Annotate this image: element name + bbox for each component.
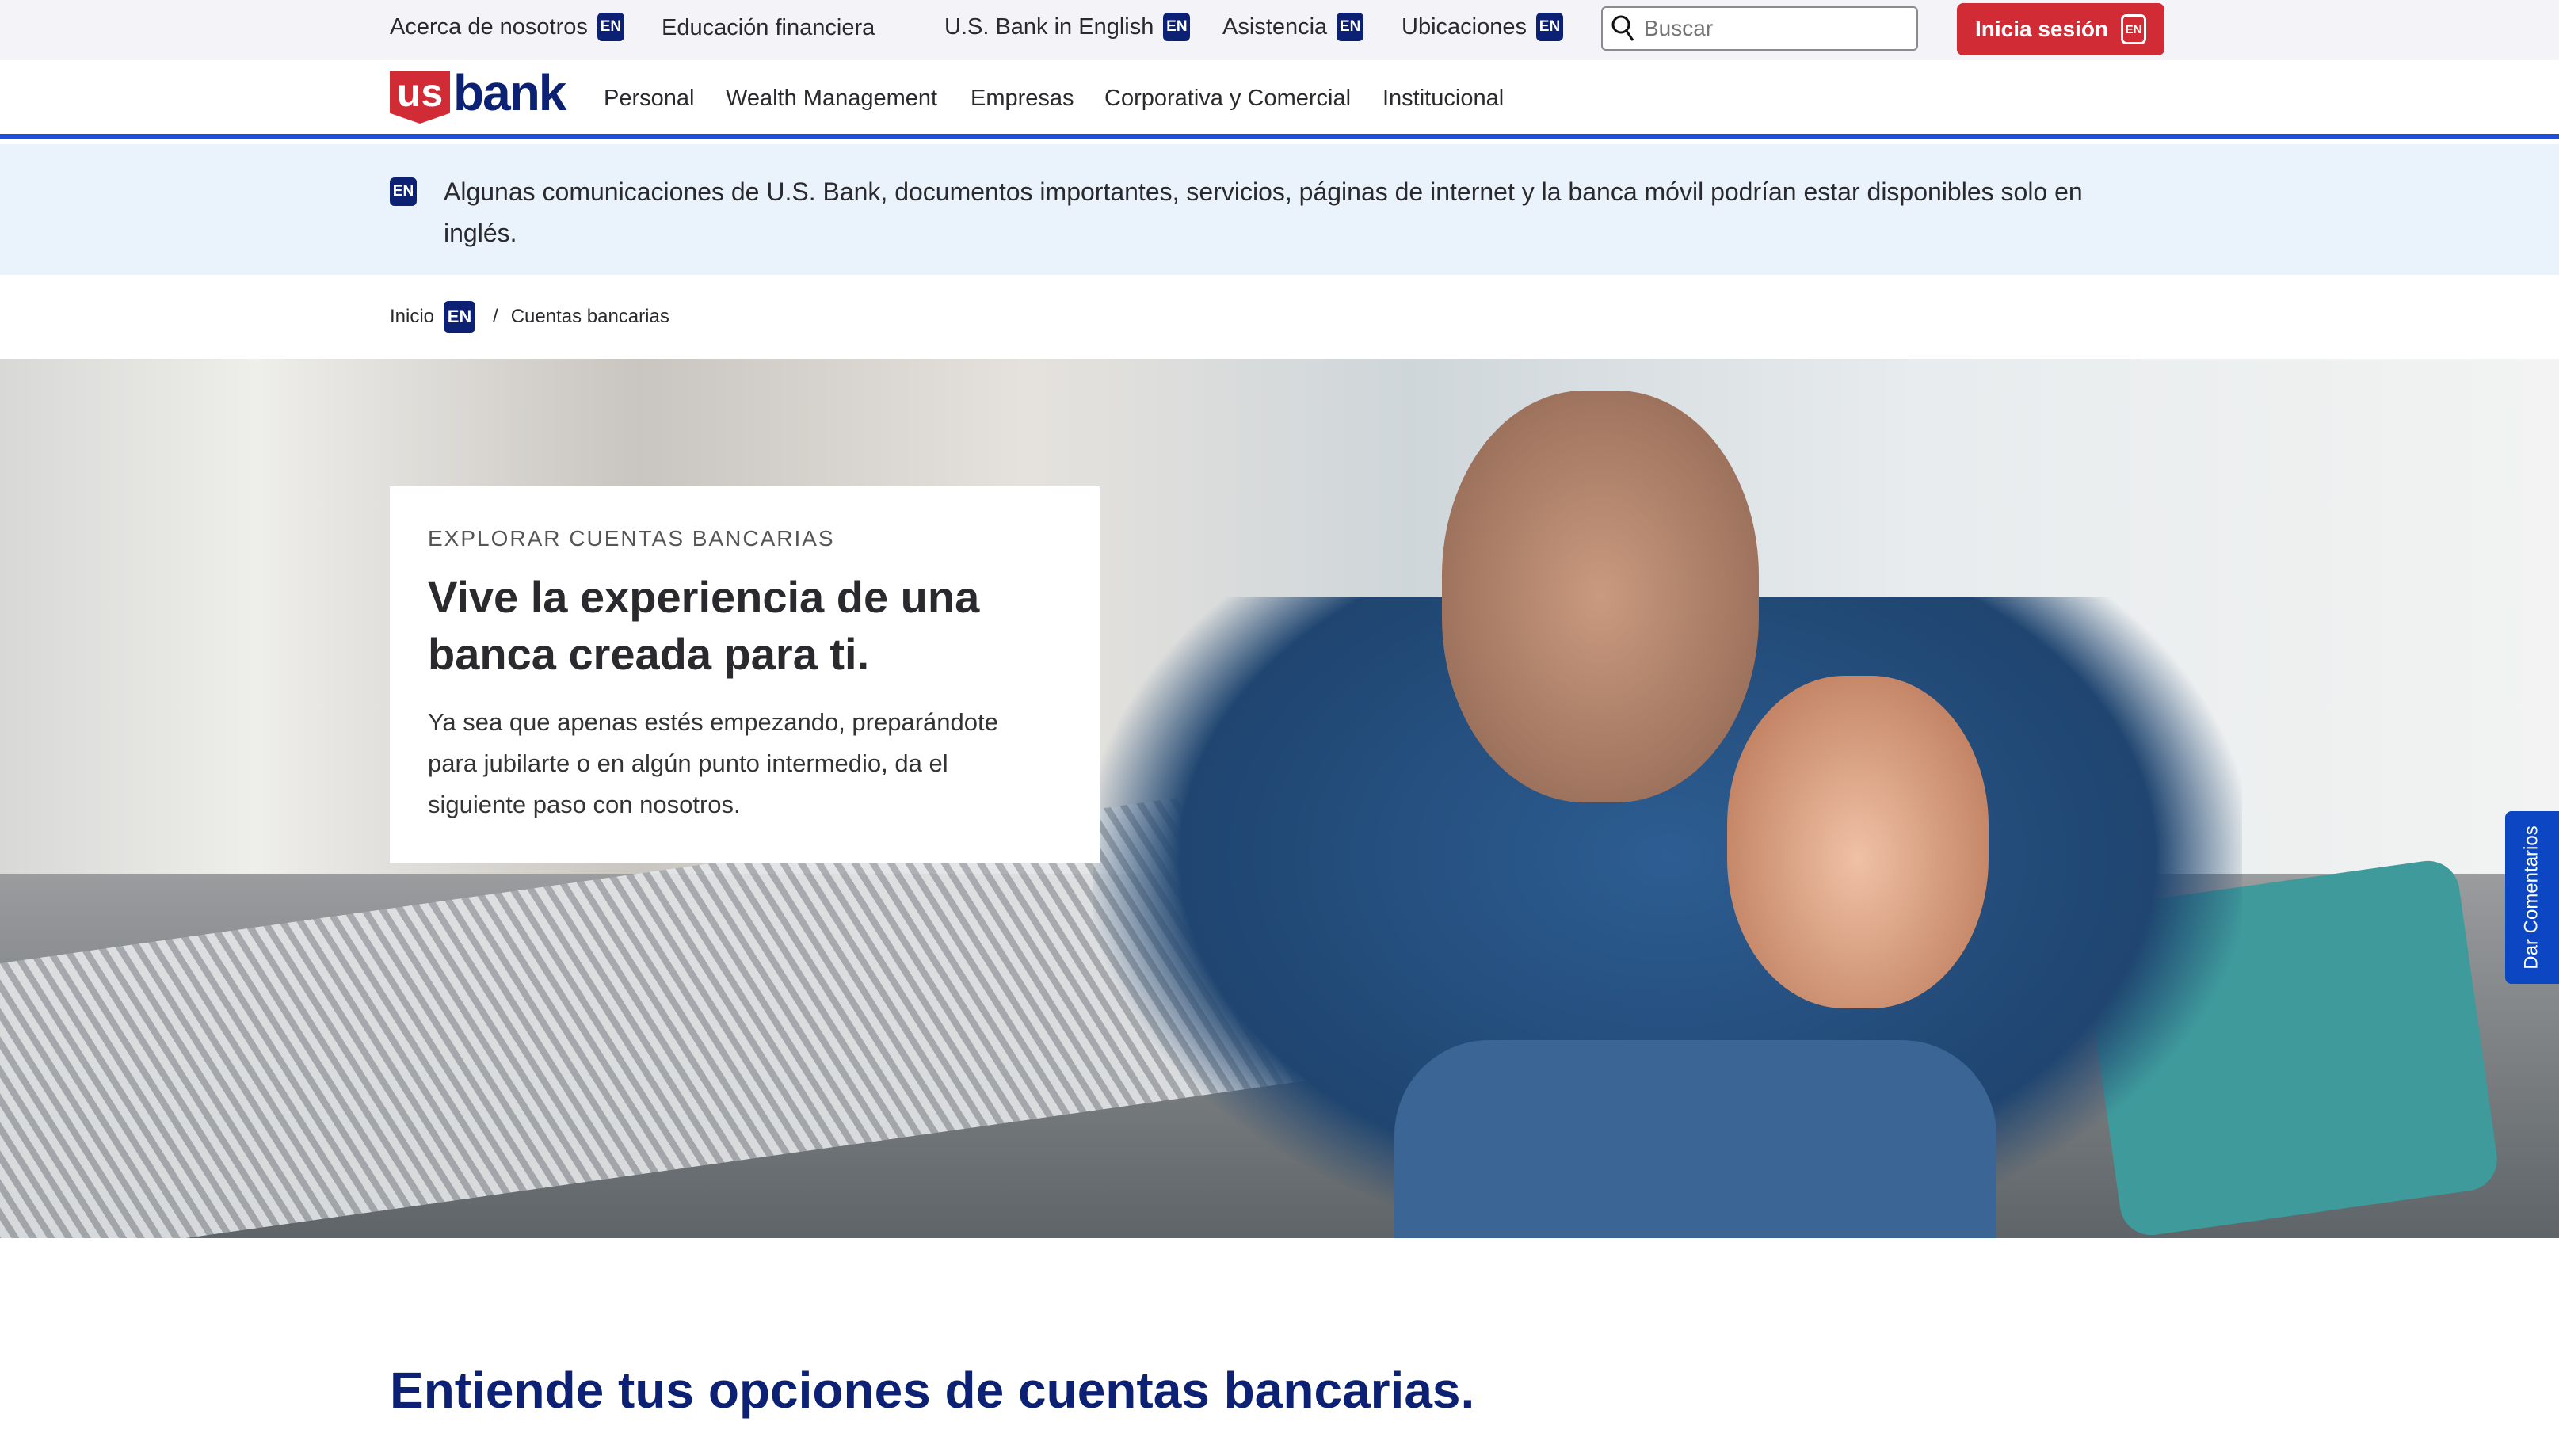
nav-institucional[interactable]: Institucional <box>1382 86 1504 112</box>
section-title: Entiende tus opciones de cuentas bancari… <box>390 1362 1475 1419</box>
feedback-tab[interactable]: Dar Comentarios <box>2505 811 2559 984</box>
logo-wordmark: bank <box>453 64 566 121</box>
utility-bar: Acerca de nosotros EN Educación financier… <box>0 0 2559 60</box>
link-us-bank-in-english[interactable]: U.S. Bank in English EN <box>944 13 1191 41</box>
hero-title: Vive la experiencia de una banca creada … <box>428 572 980 679</box>
search-icon <box>1611 15 1634 41</box>
en-badge-icon: EN <box>1337 13 1364 41</box>
link-acerca-de-nosotros[interactable]: Acerca de nosotros EN <box>390 13 624 41</box>
breadcrumb-separator: / <box>493 306 498 327</box>
nav-wealth-management[interactable]: Wealth Management <box>726 86 937 112</box>
en-badge-icon: EN <box>2121 14 2147 44</box>
link-label: U.S. Bank in English <box>944 13 1154 40</box>
nav-corporativa-comercial[interactable]: Corporativa y Comercial <box>1104 86 1351 112</box>
search-input[interactable] <box>1644 16 1897 41</box>
link-label: Ubicaciones <box>1402 13 1527 40</box>
en-badge-icon: EN <box>597 13 624 41</box>
breadcrumb-current: Cuentas bancarias <box>510 306 669 327</box>
link-asistencia[interactable]: Asistencia EN <box>1222 13 1364 41</box>
usbank-logo[interactable]: us bank <box>390 64 566 124</box>
en-badge-icon: EN <box>1535 13 1563 41</box>
link-label: Acerca de nosotros <box>390 13 588 40</box>
link-label: Asistencia <box>1222 13 1328 40</box>
logo-shield: us <box>390 71 450 124</box>
hero-card: EXPLORAR CUENTAS BANCARIAS Vive la exper… <box>390 486 1100 863</box>
link-ubicaciones[interactable]: Ubicaciones EN <box>1402 13 1563 41</box>
en-badge-icon: EN <box>1163 13 1191 41</box>
hero-boy <box>1727 676 1989 1008</box>
search-box[interactable] <box>1601 6 1918 51</box>
hero-image <box>0 359 2559 1238</box>
login-label: Inicia sesión <box>1974 17 2109 41</box>
breadcrumb: Inicio EN / Cuentas bancarias <box>390 301 669 333</box>
hero-body: Ya sea que apenas estés empezando, prepa… <box>428 708 998 818</box>
link-label: Educación financiera <box>662 15 875 40</box>
hero-eyebrow: EXPLORAR CUENTAS BANCARIAS <box>428 526 835 551</box>
hero-jeans <box>1394 1040 1996 1238</box>
feedback-label: Dar Comentarios <box>2521 825 2542 970</box>
main-nav: us bank Personal Wealth Management Empre… <box>0 60 2559 139</box>
nav-empresas[interactable]: Empresas <box>971 86 1074 112</box>
en-badge-icon: EN <box>444 301 476 333</box>
en-badge-icon: EN <box>390 177 417 206</box>
link-educacion-financiera[interactable]: Educación financiera <box>662 15 875 41</box>
notice-text: Algunas comunicaciones de U.S. Bank, doc… <box>444 177 2083 247</box>
language-notice: EN Algunas comunicaciones de U.S. Bank, … <box>0 144 2559 275</box>
breadcrumb-home[interactable]: Inicio <box>390 306 434 328</box>
nav-personal[interactable]: Personal <box>604 86 694 112</box>
login-button[interactable]: Inicia sesión EN <box>1957 3 2164 55</box>
hero-man-head <box>1442 391 1759 802</box>
